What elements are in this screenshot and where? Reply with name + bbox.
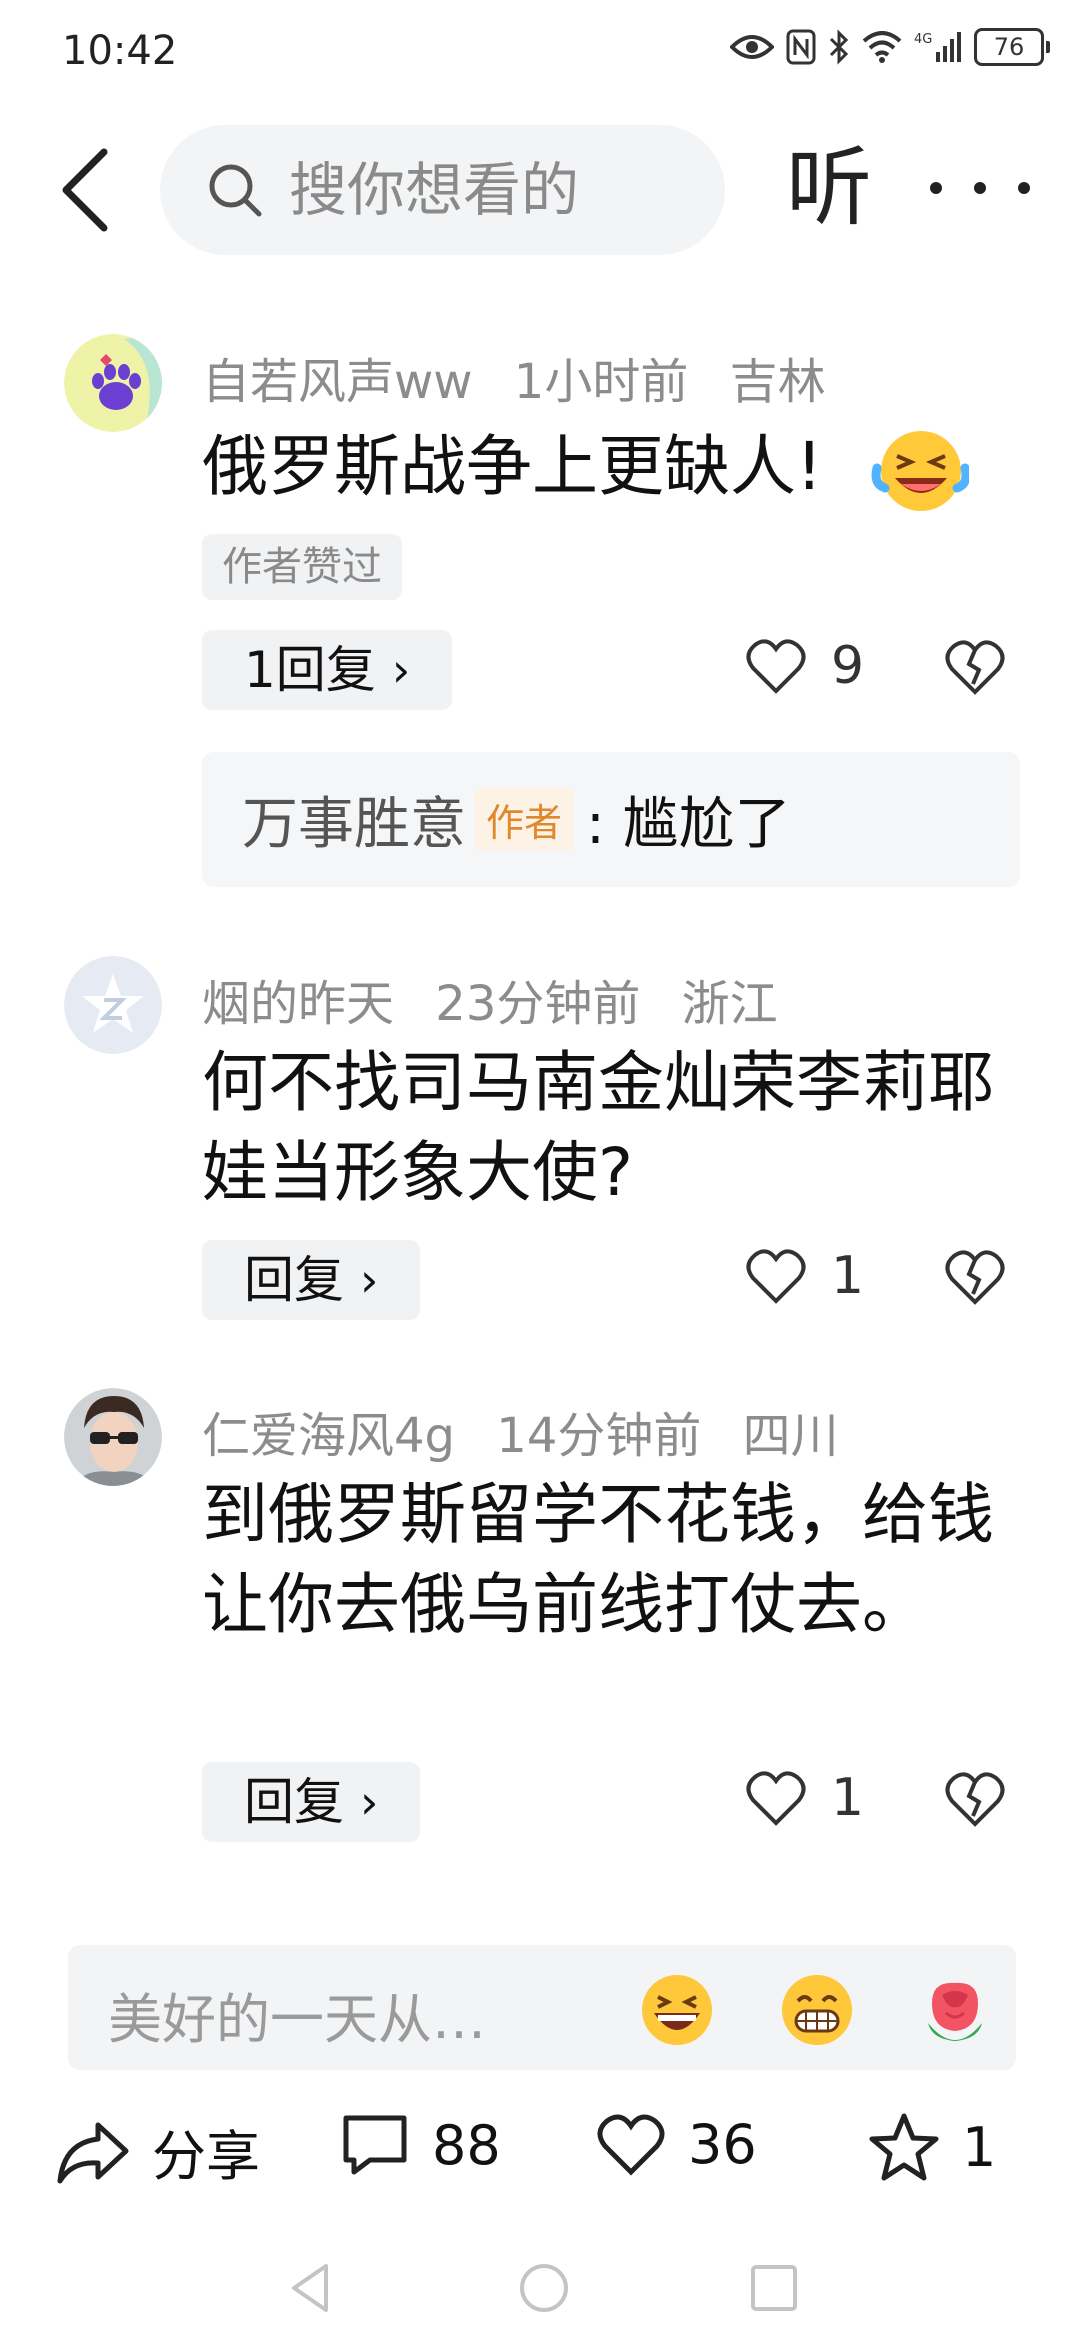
svg-text:4G: 4G	[914, 32, 932, 47]
comment-input-bar[interactable]: 美好的一天从…	[68, 1945, 1016, 2070]
search-icon	[209, 164, 262, 217]
person-avatar-icon	[64, 1388, 162, 1486]
comment-meta: 自若风声ww 1小时前 吉林	[202, 342, 852, 412]
heart-icon	[746, 639, 806, 694]
listen-button[interactable]: 听	[786, 138, 872, 238]
battery-level: 76	[974, 28, 1044, 66]
like-count: 9	[831, 636, 865, 696]
share-label: 分享	[152, 2125, 260, 2188]
more-dot-icon	[974, 182, 986, 194]
reply-label: 回复	[244, 1773, 344, 1831]
reply-preview[interactable]: 万事胜意 作者 : 尴尬了	[202, 752, 1020, 887]
comment-username[interactable]: 烟的昨天	[202, 976, 394, 1032]
comment-text: 俄罗斯战争上更缺人!	[202, 422, 1012, 516]
more-dot-icon	[930, 182, 942, 194]
more-button[interactable]	[930, 148, 1030, 228]
heart-icon	[597, 2114, 665, 2176]
comment-text: 到俄罗斯留学不花钱，给钱让你去俄乌前线打仗去。	[202, 1476, 994, 1643]
comment-text: 何不找司马南金灿荣李莉耶娃当形象大使?	[202, 1044, 994, 1211]
laughing-emoji-icon[interactable]	[640, 1973, 714, 2047]
likes-count: 36	[688, 2112, 757, 2176]
comment-location: 浙江	[681, 976, 778, 1032]
dislike-button[interactable]	[944, 1770, 1006, 1832]
back-icon	[62, 148, 108, 232]
reply-text: : 尴尬了	[586, 792, 791, 857]
status-icons: 4G 76	[730, 28, 1050, 66]
battery-icon: 76	[974, 28, 1050, 66]
bluetooth-icon	[829, 29, 849, 65]
reply-button[interactable]: 回复 ›	[202, 1762, 421, 1842]
broken-heart-icon	[945, 1772, 1005, 1827]
comment-input[interactable]: 美好的一天从…	[108, 1975, 588, 2054]
comment-text-body: 俄罗斯战争上更缺人!	[202, 428, 823, 505]
nav-recents-icon[interactable]	[748, 2262, 800, 2314]
share-button[interactable]: 分享	[56, 2112, 260, 2191]
comment-username[interactable]: 自若风声ww	[202, 354, 473, 410]
back-button[interactable]	[52, 140, 122, 240]
chevron-right-icon: ›	[360, 1253, 379, 1307]
system-nav-bar	[0, 2250, 1080, 2340]
search-input[interactable]	[287, 155, 691, 225]
comment-time: 23分钟前	[435, 976, 641, 1032]
star-icon	[869, 2113, 939, 2181]
like-post-button[interactable]: 36	[596, 2112, 757, 2176]
reply-label: 回复	[244, 1251, 344, 1309]
favorite-button[interactable]: 1	[868, 2112, 996, 2182]
like-count: 1	[831, 1246, 865, 1306]
reply-username[interactable]: 万事胜意	[242, 779, 466, 860]
author-tag: 作者	[474, 788, 575, 851]
author-liked-badge: 作者赞过	[202, 534, 402, 600]
nav-home-icon[interactable]	[516, 2260, 572, 2316]
nav-back-icon[interactable]	[286, 2260, 334, 2316]
avatar[interactable]	[64, 334, 162, 432]
nfc-icon	[786, 29, 816, 65]
star-avatar-icon	[64, 956, 162, 1054]
broken-heart-icon	[945, 640, 1005, 695]
heart-icon	[746, 1771, 806, 1826]
comment-time: 14分钟前	[496, 1408, 702, 1464]
chevron-right-icon: ›	[360, 1775, 379, 1829]
like-button[interactable]: 1	[745, 1246, 864, 1306]
comments-count: 88	[432, 2113, 501, 2177]
like-count: 1	[831, 1768, 865, 1828]
eye-icon	[730, 35, 774, 59]
search-box[interactable]	[160, 125, 725, 255]
comment-meta: 烟的昨天 23分钟前 浙江	[202, 964, 804, 1034]
dislike-button[interactable]	[944, 638, 1006, 700]
reply-button[interactable]: 回复 ›	[202, 1240, 421, 1320]
status-bar: 10:42 4G 76	[0, 0, 1080, 100]
comments-button[interactable]: 88	[340, 2112, 501, 2178]
comment-time: 1小时前	[513, 354, 689, 410]
avatar[interactable]	[64, 1388, 162, 1486]
dislike-button[interactable]	[944, 1248, 1006, 1310]
wifi-icon	[862, 31, 902, 63]
comment-location: 四川	[742, 1408, 839, 1464]
paw-avatar-icon	[64, 334, 162, 432]
replies-button[interactable]: 1回复 ›	[202, 630, 453, 710]
status-time: 10:42	[62, 28, 178, 74]
broken-heart-icon	[945, 1250, 1005, 1305]
favorites-count: 1	[962, 2115, 997, 2179]
like-button[interactable]: 9	[745, 636, 864, 696]
heart-icon	[746, 1249, 806, 1304]
grinning-emoji-icon[interactable]	[780, 1973, 854, 2047]
comment-username[interactable]: 仁爱海风4g	[202, 1408, 455, 1464]
like-button[interactable]: 1	[745, 1768, 864, 1828]
comment-meta: 仁爱海风4g 14分钟前 四川	[202, 1396, 865, 1466]
rose-emoji-icon[interactable]	[918, 1973, 992, 2047]
share-icon	[57, 2122, 129, 2183]
more-dot-icon	[1018, 182, 1030, 194]
replies-label: 1回复	[244, 641, 376, 699]
laughing-crying-emoji-icon	[871, 430, 971, 511]
top-bar: 听	[0, 120, 1080, 260]
comment-location: 吉林	[729, 354, 826, 410]
signal-icon: 4G	[914, 32, 961, 62]
avatar[interactable]	[64, 956, 162, 1054]
comment-icon	[343, 2115, 407, 2175]
bottom-action-bar: 分享 88 36 1	[0, 2100, 1080, 2210]
chevron-right-icon: ›	[391, 643, 411, 697]
